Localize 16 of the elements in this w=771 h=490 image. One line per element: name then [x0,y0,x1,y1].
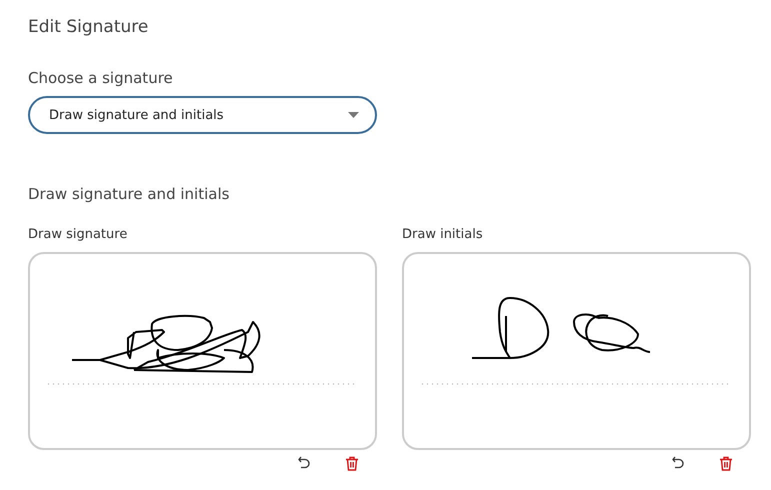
undo-icon [672,456,684,469]
pad-label: Draw signature [28,227,128,242]
page-title: Edit Signature [28,17,150,37]
signature-dropdown[interactable]: Draw signature and initials [28,96,377,134]
undo-icon [298,456,310,469]
drawing-pad[interactable] [28,252,377,450]
caret-icon [348,112,359,118]
undo-button[interactable] [298,456,310,471]
trash-icon [345,456,359,471]
delete-button[interactable] [719,456,733,471]
delete-button[interactable] [345,456,359,471]
pad-label: Draw initials [402,227,484,242]
field-label: Choose a signature [28,69,174,87]
undo-button[interactable] [672,456,684,471]
trash-icon [719,456,733,471]
section-heading: Draw signature and initials [28,185,230,203]
